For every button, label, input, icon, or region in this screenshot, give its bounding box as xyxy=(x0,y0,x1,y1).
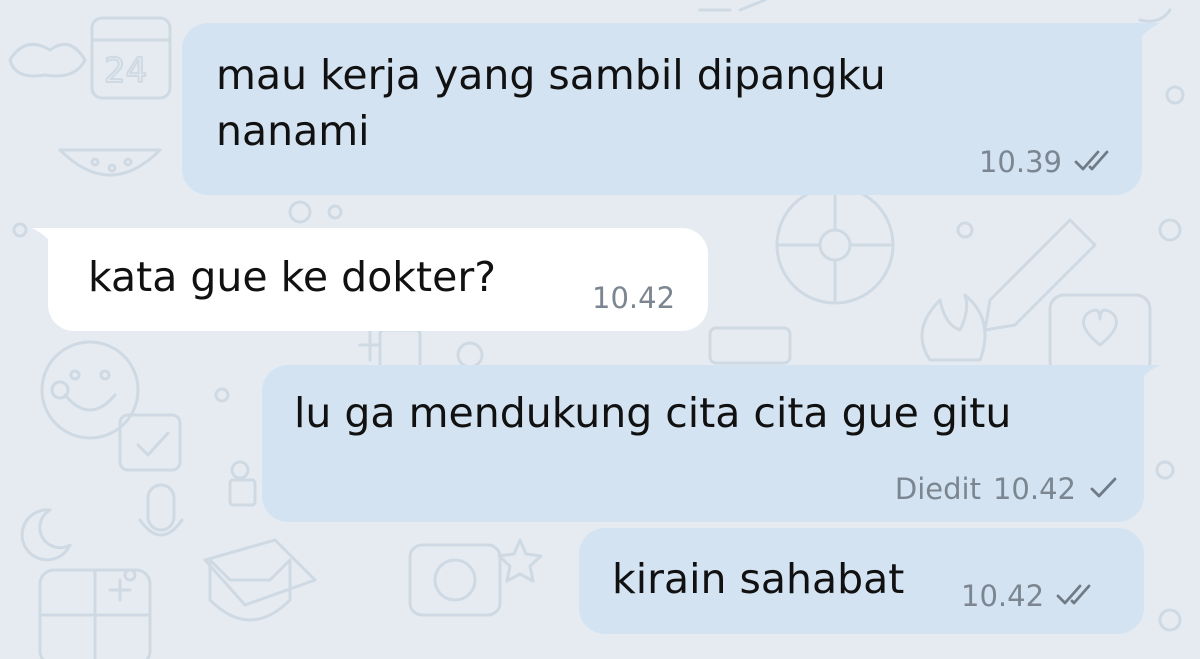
message-bubble-outgoing[interactable]: kirain sahabat 10.42 xyxy=(579,528,1144,634)
message-meta: Diedit 10.42 xyxy=(895,475,1118,504)
double-check-icon xyxy=(1056,582,1098,611)
outgoing-bubble-tail xyxy=(1130,365,1160,395)
message-meta: 10.42 xyxy=(592,284,675,313)
smiley-doodle-icon xyxy=(40,340,140,440)
outgoing-bubble-tail xyxy=(1130,23,1160,53)
message-time: 10.42 xyxy=(961,579,1045,613)
message-time: 10.42 xyxy=(992,472,1076,506)
double-check-icon xyxy=(1074,148,1116,177)
message-bubble-outgoing[interactable]: lu ga mendukung cita cita gue gitu Diedi… xyxy=(262,365,1144,522)
message-bubble-outgoing[interactable]: mau kerja yang sambil dipangku nanami 10.… xyxy=(182,23,1142,195)
message-meta: 10.39 xyxy=(979,148,1116,177)
message-text: mau kerja yang sambil dipangku nanami xyxy=(216,51,886,155)
svg-text:24: 24 xyxy=(104,51,147,91)
message-text: lu ga mendukung cita cita gue gitu xyxy=(294,389,1012,437)
single-check-icon xyxy=(1088,475,1118,504)
edited-label: Diedit xyxy=(894,472,981,506)
message-text: kata gue ke dokter? xyxy=(88,253,496,301)
message-text: kirain sahabat xyxy=(612,555,905,603)
incoming-bubble-tail xyxy=(32,228,62,258)
message-meta: 10.42 xyxy=(961,582,1098,611)
message-bubble-incoming[interactable]: kata gue ke dokter? 10.42 xyxy=(48,228,708,331)
message-time: 10.42 xyxy=(592,281,676,315)
message-time: 10.39 xyxy=(978,145,1062,179)
pencil-doodle-icon xyxy=(983,218,1097,332)
